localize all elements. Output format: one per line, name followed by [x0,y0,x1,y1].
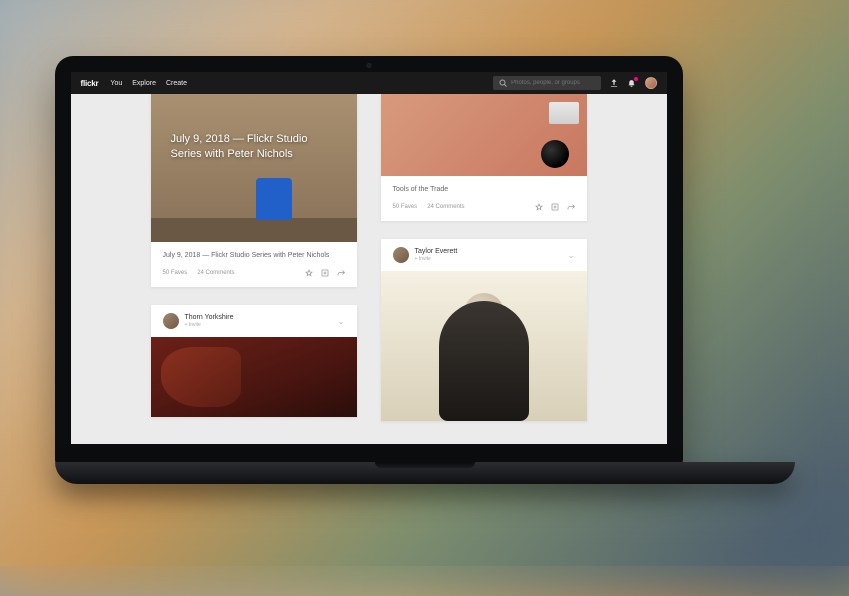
author-header: Thorn Yorkshire + Invite ⌄ [151,305,357,337]
search-input[interactable] [511,80,594,86]
share-icon[interactable] [337,269,345,277]
photo-caption: July 9, 2018 — Flickr Studio Series with… [163,252,345,259]
photo-hero[interactable] [381,271,587,421]
author-sublabel[interactable]: + Invite [415,256,458,262]
share-icon[interactable] [567,203,575,211]
add-icon[interactable] [551,203,559,211]
primary-nav: You Explore Create [110,80,187,87]
add-icon[interactable] [321,269,329,277]
photo-card: Taylor Everett + Invite ⌄ [381,239,587,421]
fave-icon[interactable] [535,203,543,211]
photo-hero[interactable] [151,337,357,417]
nav-explore[interactable]: Explore [132,80,156,87]
photo-card: Tools of the Trade 50 Faves 24 Comments [381,94,587,221]
brand-logo[interactable]: flickr [81,79,99,88]
faves-count[interactable]: 50 Faves [163,270,188,276]
topbar: flickr You Explore Create [71,72,667,94]
author-avatar[interactable] [163,313,179,329]
photo-feed: July 9, 2018 — Flickr Studio Series with… [71,94,667,444]
card-menu-icon[interactable]: ⌄ [338,317,345,326]
author-header: Taylor Everett + Invite ⌄ [381,239,587,271]
photo-card: Thorn Yorkshire + Invite ⌄ [151,305,357,417]
nav-you[interactable]: You [110,80,122,87]
nav-create[interactable]: Create [166,80,187,87]
author-sublabel[interactable]: + Invite [185,322,234,328]
faves-count[interactable]: 50 Faves [393,204,418,210]
overlay-title: July 9, 2018 — Flickr Studio Series with… [171,132,337,163]
photo-hero[interactable]: July 9, 2018 — Flickr Studio Series with… [151,94,357,242]
photo-card: July 9, 2018 — Flickr Studio Series with… [151,94,357,287]
search-icon [499,78,508,88]
search-bar[interactable] [493,76,601,90]
fave-icon[interactable] [305,269,313,277]
author-avatar[interactable] [393,247,409,263]
author-name[interactable]: Thorn Yorkshire [185,314,234,322]
comments-count[interactable]: 24 Comments [427,204,464,210]
comments-count[interactable]: 24 Comments [197,270,234,276]
notifications-icon[interactable] [627,78,637,88]
photo-hero[interactable] [381,94,587,176]
user-avatar[interactable] [645,77,657,89]
author-name[interactable]: Taylor Everett [415,248,458,256]
card-menu-icon[interactable]: ⌄ [568,251,575,260]
upload-icon[interactable] [609,78,619,88]
photo-caption: Tools of the Trade [393,186,575,193]
